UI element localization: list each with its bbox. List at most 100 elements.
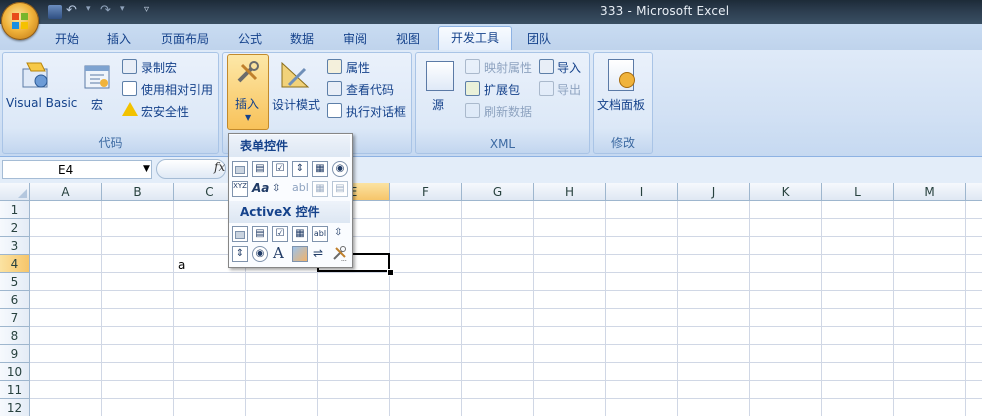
option-button-activex-icon[interactable]: ◉ <box>252 246 268 262</box>
text-box-activex-icon[interactable]: abl <box>312 226 328 242</box>
export-button[interactable]: 导出 <box>557 81 581 98</box>
button-form-control-icon[interactable] <box>232 161 248 177</box>
column-header[interactable]: B <box>102 183 174 201</box>
cell-c4[interactable]: a <box>178 258 185 272</box>
row-header[interactable]: 8 <box>0 327 30 345</box>
row-header[interactable]: 11 <box>0 381 30 399</box>
tab-insert[interactable]: 插入 <box>107 30 131 47</box>
toggle-button-activex-icon[interactable]: ⇌ <box>313 246 323 260</box>
record-macro-icon <box>122 59 137 74</box>
office-button[interactable] <box>1 2 39 40</box>
image-activex-icon[interactable] <box>292 246 308 262</box>
relative-reference-button[interactable]: 使用相对引用 <box>141 81 213 98</box>
option-button-form-control-icon[interactable]: ◉ <box>332 161 348 177</box>
group-box-form-control-icon[interactable]: XYZ <box>232 181 248 197</box>
tools-icon <box>237 61 259 83</box>
row-header[interactable]: 7 <box>0 309 30 327</box>
design-mode-button[interactable]: 设计模式 <box>272 96 320 113</box>
label-form-control-icon[interactable]: Aa <box>252 181 270 197</box>
macros-button[interactable]: 宏 <box>91 96 103 113</box>
command-button-activex-icon[interactable] <box>232 226 248 242</box>
spin-button-activex-icon[interactable]: ⇕ <box>232 246 248 262</box>
tab-home[interactable]: 开始 <box>55 30 79 47</box>
list-box-activex-icon[interactable]: ▦ <box>292 226 308 242</box>
combo-list-edit-form-control-icon[interactable]: ▦ <box>312 181 328 197</box>
row-header[interactable]: 9 <box>0 345 30 363</box>
expansion-packs-button[interactable]: 扩展包 <box>484 81 520 98</box>
combo-box-form-control-icon[interactable]: ▤ <box>252 161 268 177</box>
macros-icon <box>83 63 111 91</box>
row-header-selected[interactable]: 4 <box>0 255 30 273</box>
undo-icon[interactable]: ↶ <box>66 3 77 18</box>
row-header[interactable]: 3 <box>0 237 30 255</box>
checkbox-activex-icon[interactable]: ☑ <box>272 226 288 242</box>
row-header[interactable]: 5 <box>0 273 30 291</box>
column-header[interactable]: J <box>678 183 750 201</box>
tab-team[interactable]: 团队 <box>527 30 551 47</box>
row-header[interactable]: 1 <box>0 201 30 219</box>
scroll-bar-form-control-icon[interactable]: ⇳ <box>272 183 286 194</box>
record-macro-button[interactable]: 录制宏 <box>141 59 177 76</box>
row-header[interactable]: 12 <box>0 399 30 416</box>
document-panel-button[interactable]: 文档面板 <box>597 96 645 113</box>
import-button[interactable]: 导入 <box>557 59 581 76</box>
title-bar: ↶ ▾ ↷ ▾ ▿ 333 - Microsoft Excel <box>0 0 982 24</box>
row-header[interactable]: 2 <box>0 219 30 237</box>
worksheet-grid[interactable]: A B C D E F G H I J K L M 1 2 3 4 5 6 7 … <box>0 183 982 416</box>
spin-button-form-control-icon[interactable]: ⇕ <box>292 161 308 177</box>
grid-line <box>30 326 982 327</box>
combo-box-activex-icon[interactable]: ▤ <box>252 226 268 242</box>
tab-view[interactable]: 视图 <box>396 30 420 47</box>
combo-drop-down-edit-form-control-icon[interactable]: ▤ <box>332 181 348 197</box>
column-header[interactable]: A <box>30 183 102 201</box>
column-header[interactable]: K <box>750 183 822 201</box>
refresh-data-button[interactable]: 刷新数据 <box>484 103 532 120</box>
tab-page-layout[interactable]: 页面布局 <box>161 30 209 47</box>
row-header[interactable]: 10 <box>0 363 30 381</box>
column-header[interactable]: L <box>822 183 894 201</box>
column-header[interactable]: F <box>390 183 462 201</box>
fill-handle[interactable] <box>387 269 394 276</box>
list-box-form-control-icon[interactable]: ▦ <box>312 161 328 177</box>
checkbox-form-control-icon[interactable]: ☑ <box>272 161 288 177</box>
relative-reference-icon <box>122 81 137 96</box>
save-icon[interactable] <box>48 5 62 19</box>
ribbon-tabs: 开始 插入 页面布局 公式 数据 审阅 视图 开发工具 团队 <box>0 24 982 51</box>
tab-review[interactable]: 审阅 <box>343 30 367 47</box>
insert-control-button[interactable]: 插入 ▼ <box>227 54 269 130</box>
column-header[interactable]: G <box>462 183 534 201</box>
insert-controls-dropdown: 表单控件 ▤ ☑ ⇕ ▦ ◉ XYZ Aa ⇳ abl ▦ ▤ ActiveX … <box>228 133 353 268</box>
visual-basic-button[interactable]: Visual Basic <box>6 96 77 110</box>
insert-function-button[interactable]: fx <box>214 160 225 174</box>
column-header[interactable]: I <box>606 183 678 201</box>
row-header[interactable]: 6 <box>0 291 30 309</box>
undo-dropdown-icon[interactable]: ▾ <box>86 4 91 14</box>
view-code-button[interactable]: 查看代码 <box>346 81 394 98</box>
tab-formulas[interactable]: 公式 <box>238 30 262 47</box>
customize-qat-icon[interactable]: ▿ <box>144 4 149 15</box>
tab-data[interactable]: 数据 <box>290 30 314 47</box>
modify-group-label: 修改 <box>610 136 635 150</box>
map-properties-button[interactable]: 映射属性 <box>484 59 532 76</box>
grid-line <box>30 380 982 381</box>
redo-dropdown-icon[interactable]: ▾ <box>120 4 125 14</box>
expansion-packs-icon <box>465 81 480 96</box>
properties-button[interactable]: 属性 <box>346 59 370 76</box>
text-field-form-control-icon[interactable]: abl <box>292 181 310 197</box>
column-header[interactable]: M <box>894 183 966 201</box>
scroll-bar-activex-icon[interactable]: ⇳ <box>334 227 342 238</box>
redo-icon[interactable]: ↷ <box>100 3 111 18</box>
more-controls-activex-icon[interactable]: ... <box>332 245 348 263</box>
design-mode-icon <box>279 59 311 91</box>
column-header[interactable] <box>966 183 982 201</box>
name-box-dropdown-icon[interactable]: ▼ <box>143 164 150 174</box>
select-all-button[interactable] <box>0 183 30 201</box>
column-header[interactable]: H <box>534 183 606 201</box>
name-box[interactable]: E4 ▼ <box>2 160 152 179</box>
label-activex-icon[interactable]: A <box>273 244 284 262</box>
office-logo-icon <box>12 13 28 29</box>
macro-security-button[interactable]: 宏安全性 <box>141 103 189 120</box>
run-dialog-button[interactable]: 执行对话框 <box>346 103 406 120</box>
xml-source-button[interactable]: 源 <box>432 96 444 113</box>
tab-developer[interactable]: 开发工具 <box>438 26 512 51</box>
